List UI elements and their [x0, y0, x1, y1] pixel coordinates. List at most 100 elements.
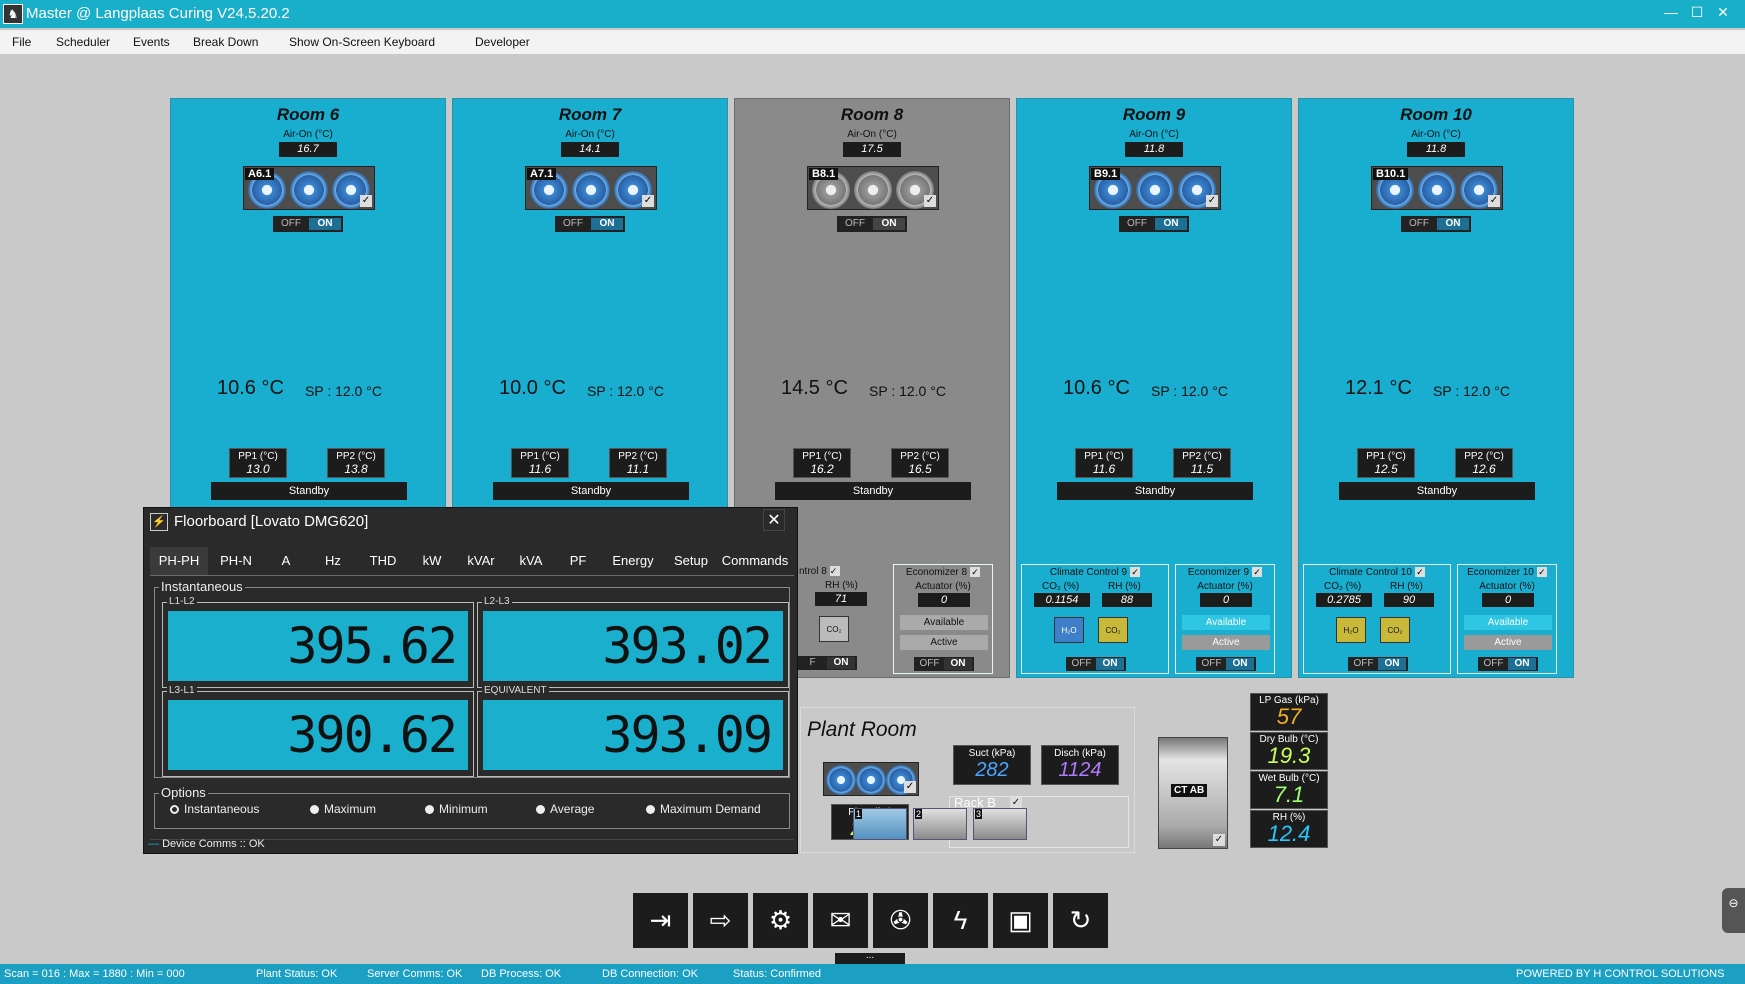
- off-option[interactable]: OFF: [1198, 658, 1225, 670]
- option-average[interactable]: Average: [536, 802, 594, 816]
- maximize-button[interactable]: ☐: [1686, 2, 1708, 22]
- climate-control-10-checkbox[interactable]: ✓: [1414, 567, 1425, 577]
- fan-group[interactable]: B8.1 ✓: [807, 166, 939, 210]
- on-option[interactable]: ON: [827, 657, 855, 669]
- logout-icon[interactable]: ⇨: [693, 893, 748, 948]
- refresh-icon[interactable]: ↻: [1053, 893, 1108, 948]
- climate-control-9-on-off-toggle[interactable]: OFF ON: [1066, 657, 1126, 671]
- on-option[interactable]: ON: [1378, 658, 1406, 670]
- user-settings-icon[interactable]: ⚙: [753, 893, 808, 948]
- off-option[interactable]: OFF: [1121, 218, 1153, 230]
- radio-selected[interactable]: [170, 805, 179, 815]
- menu-on-screen-keyboard[interactable]: Show On-Screen Keyboard: [289, 35, 435, 49]
- room-on-off-toggle[interactable]: OFF ON: [1119, 216, 1189, 232]
- tab-ph-ph[interactable]: PH-PH: [150, 547, 208, 575]
- off-option[interactable]: OFF: [1403, 218, 1435, 230]
- option-instantaneous[interactable]: Instantaneous: [170, 802, 259, 816]
- room-on-off-toggle[interactable]: OFF ON: [837, 216, 907, 232]
- tab-energy[interactable]: Energy: [600, 547, 666, 575]
- tab-kva[interactable]: kVA: [506, 547, 556, 575]
- plant-room-panel[interactable]: Plant Room ✓ Plant (°C) 26.4 Suct (kPa) …: [800, 707, 1135, 853]
- option-minimum[interactable]: Minimum: [425, 802, 488, 816]
- compressor-3[interactable]: 3: [973, 808, 1027, 840]
- tab-pf[interactable]: PF: [556, 547, 600, 575]
- menu-break-down[interactable]: Break Down: [193, 35, 258, 49]
- fan-enabled-checkbox[interactable]: ✓: [1206, 195, 1218, 207]
- tab-kw[interactable]: kW: [408, 547, 456, 575]
- login-icon[interactable]: ⇥: [633, 893, 688, 948]
- off-option[interactable]: OFF: [1068, 658, 1095, 670]
- radio[interactable]: [425, 805, 434, 815]
- room-9-panel[interactable]: Room 9 Air-On (°C) 11.8 B9.1 ✓ OFF ON 10…: [1016, 98, 1292, 678]
- close-button[interactable]: ✕: [1712, 2, 1734, 22]
- option-maximum-demand[interactable]: Maximum Demand: [646, 802, 761, 816]
- side-panel-tab[interactable]: ⊖: [1722, 888, 1745, 933]
- tab-ph-n[interactable]: PH-N: [208, 547, 264, 575]
- room-on-off-toggle[interactable]: OFF ON: [555, 216, 625, 232]
- off-option[interactable]: OFF: [275, 218, 307, 230]
- room-on-off-toggle[interactable]: OFF ON: [273, 216, 343, 232]
- tab-a[interactable]: A: [264, 547, 308, 575]
- menu-file[interactable]: File: [12, 35, 31, 49]
- option-maximum[interactable]: Maximum: [310, 802, 376, 816]
- cooling-tower[interactable]: CT AB ✓: [1158, 737, 1228, 849]
- fan-enabled-checkbox[interactable]: ✓: [642, 195, 654, 207]
- off-option[interactable]: OFF: [839, 218, 871, 230]
- menu-events[interactable]: Events: [133, 35, 170, 49]
- fan-group[interactable]: B10.1 ✓: [1371, 166, 1503, 210]
- on-option[interactable]: ON: [591, 218, 623, 230]
- fan-group[interactable]: B9.1 ✓: [1089, 166, 1221, 210]
- economizer-8-on-off-toggle[interactable]: OFF ON: [914, 657, 974, 671]
- radio[interactable]: [646, 805, 655, 815]
- minimize-button[interactable]: —: [1660, 2, 1682, 22]
- economizer-10-checkbox[interactable]: ✓: [1536, 567, 1547, 577]
- off-option[interactable]: OFF: [1480, 658, 1507, 670]
- tab-setup[interactable]: Setup: [666, 547, 716, 575]
- cooling-tower-checkbox[interactable]: ✓: [1213, 834, 1225, 846]
- room-on-off-toggle[interactable]: OFF ON: [1401, 216, 1471, 232]
- climate-control-9-panel[interactable]: Climate Control 9 ✓ CO₂ (%) RH (%) 0.1154…: [1021, 564, 1169, 674]
- climate-control-10-panel[interactable]: Climate Control 10 ✓ CO₂ (%) RH (%) 0.278…: [1303, 564, 1451, 674]
- condenser-fan-group[interactable]: ✓: [823, 762, 919, 796]
- on-option[interactable]: ON: [309, 218, 341, 230]
- tab-hz[interactable]: Hz: [308, 547, 358, 575]
- compressor-2[interactable]: 2: [913, 808, 967, 840]
- tab-kvar[interactable]: kVAr: [456, 547, 506, 575]
- dialog-close-button[interactable]: ✕: [763, 509, 785, 531]
- compressor-1[interactable]: 1: [853, 808, 907, 840]
- on-option[interactable]: ON: [1096, 658, 1124, 670]
- menu-scheduler[interactable]: Scheduler: [56, 35, 110, 49]
- on-option[interactable]: ON: [1155, 218, 1187, 230]
- condenser-enabled-checkbox[interactable]: ✓: [904, 781, 916, 793]
- fan-enabled-checkbox[interactable]: ✓: [924, 195, 936, 207]
- on-option[interactable]: ON: [1437, 218, 1469, 230]
- economizer-9-panel[interactable]: Economizer 9 ✓ Actuator (%) 0 Available A…: [1175, 564, 1275, 674]
- climate-control-9-checkbox[interactable]: ✓: [1130, 567, 1141, 577]
- off-option[interactable]: F: [799, 657, 826, 669]
- radio[interactable]: [310, 805, 319, 815]
- economizer-9-checkbox[interactable]: ✓: [1252, 567, 1263, 577]
- economizer-8-panel[interactable]: Economizer 8 ✓ Actuator (%) 0 Available A…: [893, 564, 993, 674]
- economizer-9-on-off-toggle[interactable]: OFF ON: [1196, 657, 1256, 671]
- on-option[interactable]: ON: [1226, 658, 1254, 670]
- fan-group[interactable]: A7.1 ✓: [525, 166, 657, 210]
- climate-control-10-on-off-toggle[interactable]: OFF ON: [1348, 657, 1408, 671]
- tab-thd[interactable]: THD: [358, 547, 408, 575]
- tab-commands[interactable]: Commands: [716, 547, 794, 575]
- menu-developer[interactable]: Developer: [475, 35, 530, 49]
- off-option[interactable]: OFF: [916, 658, 943, 670]
- climate-control-8-on-off-toggle[interactable]: F ON: [797, 656, 857, 670]
- save-icon[interactable]: ▣: [993, 893, 1048, 948]
- fan-enabled-checkbox[interactable]: ✓: [1488, 195, 1500, 207]
- economizer-10-on-off-toggle[interactable]: OFF ON: [1478, 657, 1538, 671]
- fan-enabled-checkbox[interactable]: ✓: [360, 195, 372, 207]
- on-option[interactable]: ON: [873, 218, 905, 230]
- climate-control-8-checkbox[interactable]: ✓: [829, 566, 840, 576]
- toolbar-expand-handle[interactable]: ...: [835, 951, 905, 964]
- fan-group[interactable]: A6.1 ✓: [243, 166, 375, 210]
- off-option[interactable]: OFF: [1350, 658, 1377, 670]
- room-10-panel[interactable]: Room 10 Air-On (°C) 11.8 B10.1 ✓ OFF ON …: [1298, 98, 1574, 678]
- fan-icon[interactable]: ✇: [873, 893, 928, 948]
- power-icon[interactable]: ϟ: [933, 893, 988, 948]
- mail-icon[interactable]: ✉: [813, 893, 868, 948]
